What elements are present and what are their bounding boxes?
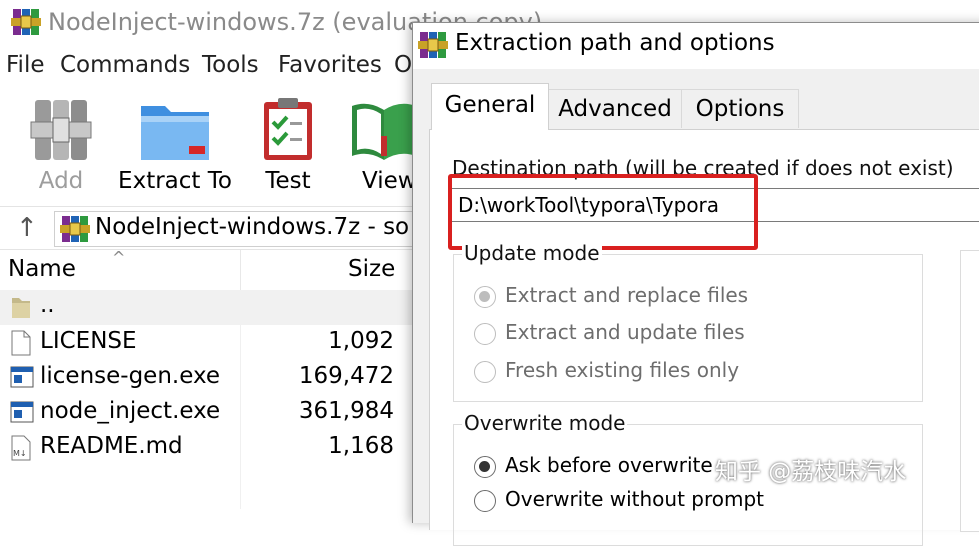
radio-button[interactable] [474,456,496,478]
menu-commands[interactable]: Commands [60,52,190,78]
test-label: Test [265,168,311,194]
file-name: README.md [40,433,183,459]
menu-favorites[interactable]: Favorites [278,52,382,78]
file-name: node_inject.exe [40,398,221,424]
up-arrow-icon[interactable]: ↑ [16,213,38,243]
winrar-icon [418,32,448,58]
exe-icon [10,366,34,388]
menu-file[interactable]: File [6,52,45,78]
extract-folder-icon [141,106,209,160]
svg-text:M↓: M↓ [13,449,27,458]
list-item[interactable]: license-gen.exe 169,472 [0,361,420,396]
dialog-title-bar: Extraction path and options [413,23,979,69]
menu-options[interactable]: O [394,52,412,78]
extraction-dialog: Extraction path and options General Adva… [412,22,979,546]
file-list-header: Name ^ Size [0,248,420,291]
address-bar: ↑ NodeInject-windows.7z - so [0,206,436,250]
list-item[interactable]: node_inject.exe 361,984 [0,396,420,431]
sort-ascending-icon: ^ [112,248,126,267]
file-icon [11,330,31,356]
add-label: Add [38,168,84,194]
list-item[interactable]: LICENSE 1,092 [0,326,420,361]
radio-button[interactable] [474,286,496,308]
view-book-icon [352,103,416,160]
list-item[interactable]: M↓ README.md 1,168 [0,431,420,466]
menu-tools[interactable]: Tools [202,52,259,78]
archive-toolbar: Add Extract To Test View [0,90,420,206]
radio-button[interactable] [474,323,496,345]
winrar-icon [60,216,90,242]
tab-general[interactable]: General [431,83,549,130]
folder-icon [12,298,30,318]
exe-icon [10,401,34,423]
dialog-tabs: General Advanced Options [413,83,979,130]
watermark-text: 知乎 @荔枝味汽水 [715,459,907,485]
file-size: 361,984 [298,398,394,424]
file-name: LICENSE [40,328,137,354]
column-name[interactable]: Name [8,256,76,282]
column-divider[interactable] [240,250,241,290]
extract-to-label: Extract To [118,168,232,194]
update-mode-group: Update mode Extract and replace files Ex… [453,241,923,402]
folder-tree-panel[interactable] [960,250,979,532]
archive-title-bar: NodeInject-windows.7z (evaluation copy) [0,0,542,44]
test-button[interactable]: Test [248,90,328,202]
column-size[interactable]: Size [348,256,395,282]
winrar-icon [11,9,41,35]
test-clipboard-icon [264,98,312,160]
add-archive-icon [30,100,92,160]
update-mode-label: Update mode [462,241,602,265]
address-text: NodeInject-windows.7z - so [95,214,410,240]
file-size: 1,092 [328,328,394,354]
highlight-annotation [448,174,758,250]
list-item[interactable]: .. [0,290,420,325]
markdown-icon: M↓ [11,435,31,461]
add-button[interactable]: Add [18,90,104,202]
radio-button[interactable] [474,361,496,383]
dialog-title: Extraction path and options [455,30,775,56]
file-name: license-gen.exe [40,363,221,389]
tab-options[interactable]: Options [681,89,799,128]
file-size: 169,472 [298,363,394,389]
overwrite-mode-label: Overwrite mode [462,411,628,435]
file-name: .. [40,292,55,318]
tab-advanced[interactable]: Advanced [547,89,683,128]
address-field[interactable]: NodeInject-windows.7z - so [54,211,436,247]
file-size: 1,168 [328,433,394,459]
file-list: Name ^ Size .. LICENSE 1,092 license-gen… [0,248,420,509]
extract-to-button[interactable]: Extract To [112,90,238,202]
